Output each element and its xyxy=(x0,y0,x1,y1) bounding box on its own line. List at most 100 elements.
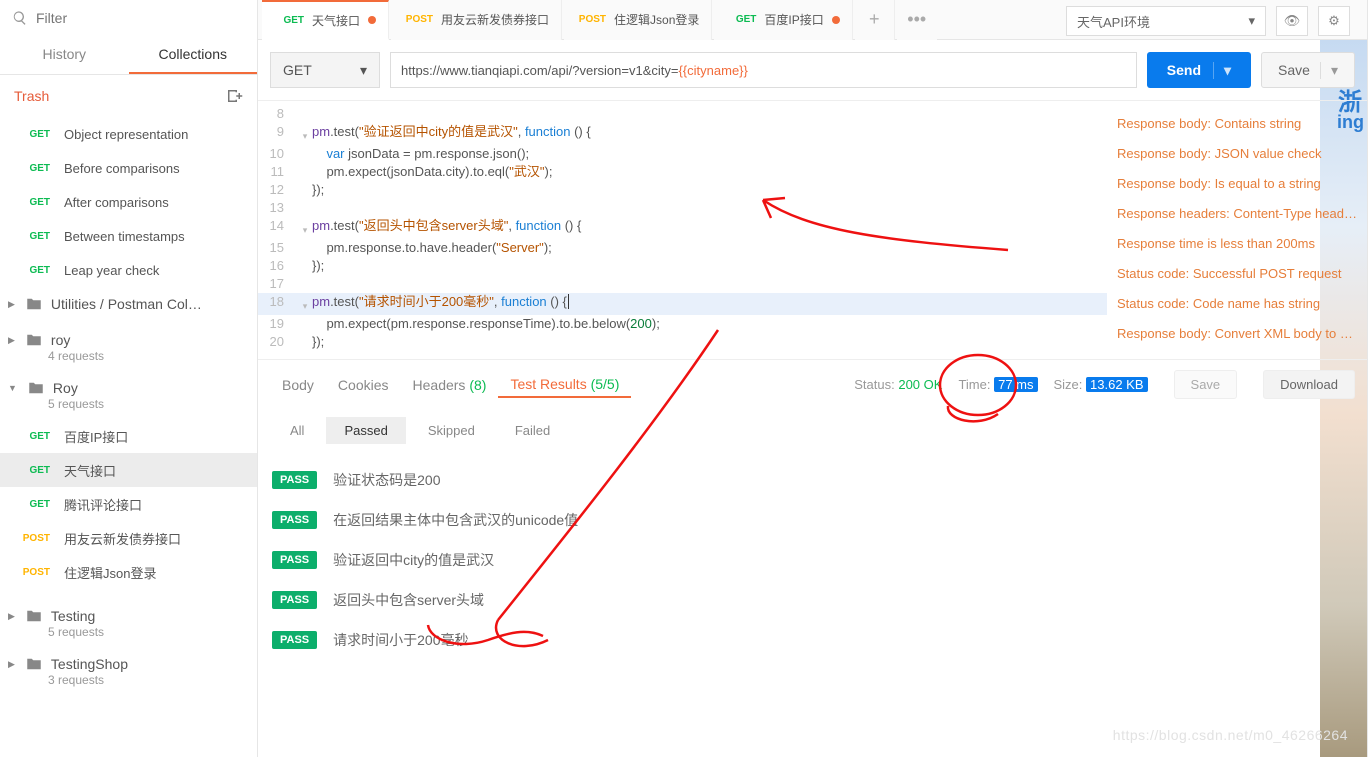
send-button[interactable]: Send ▾ xyxy=(1147,52,1251,88)
caret-right-icon: ▶ xyxy=(8,335,15,346)
snippet-item[interactable]: Response body: Is equal to a string xyxy=(1117,169,1357,199)
method-badge: GET xyxy=(274,15,304,26)
tab-history[interactable]: History xyxy=(0,36,129,74)
sidebar-request-active[interactable]: GET 天气接口 xyxy=(0,453,257,487)
snippet-list: GET Object representation GETBefore compa… xyxy=(0,117,257,287)
folder-icon xyxy=(25,655,43,673)
folder-Roy[interactable]: ▼ Roy xyxy=(0,371,257,397)
resp-tab-headers[interactable]: Headers (8) xyxy=(401,373,499,397)
trash-row[interactable]: Trash xyxy=(0,75,257,117)
test-name: 验证返回中city的值是武汉 xyxy=(333,550,494,570)
method-badge: POST xyxy=(20,567,50,578)
sidebar-item[interactable]: GET Object representation xyxy=(0,117,257,151)
response-meta: Status: 200 OK Time: 77 ms Size: 13.62 K… xyxy=(854,370,1355,399)
test-row: PASS 验证返回中city的值是武汉 xyxy=(272,540,1353,580)
tab-weather[interactable]: GET天气接口 xyxy=(262,0,389,40)
chevron-down-icon: ▾ xyxy=(360,62,367,79)
tests-count: (5/5) xyxy=(591,376,620,392)
sidebar-item[interactable]: GETBefore comparisons xyxy=(0,151,257,185)
tab-baiduip[interactable]: GET百度IP接口 xyxy=(714,0,852,40)
tab-login[interactable]: POST 住逻辑Json登录 xyxy=(564,0,712,40)
code-editor[interactable]: 8 9▾pm.test("验证返回中city的值是武汉", function (… xyxy=(258,101,1107,359)
download-button[interactable]: Download xyxy=(1263,370,1355,399)
new-tab-button[interactable]: + xyxy=(855,0,895,40)
pass-badge: PASS xyxy=(272,551,317,569)
sidebar-request[interactable]: GET腾讯评论接口 xyxy=(0,487,257,521)
item-label: Leap year check xyxy=(64,263,159,278)
method-badge: GET xyxy=(20,129,50,140)
request-row: GET▾ https://www.tianqiapi.com/api/?vers… xyxy=(258,40,1367,101)
snippet-item[interactable]: Response headers: Content-Type header ch… xyxy=(1117,199,1357,229)
folder-label: Roy xyxy=(53,380,78,396)
save-response-button[interactable]: Save xyxy=(1174,370,1238,399)
caret-right-icon: ▶ xyxy=(8,659,15,670)
folder-icon xyxy=(25,295,43,313)
sidebar-item[interactable]: GETLeap year check xyxy=(0,253,257,287)
folder-testing[interactable]: ▶ Testing xyxy=(0,599,257,625)
item-label: Object representation xyxy=(64,127,188,142)
tab-bond[interactable]: POST用友云新发债券接口 xyxy=(391,0,562,40)
add-collection-icon[interactable] xyxy=(225,87,243,105)
ft-failed[interactable]: Failed xyxy=(497,417,568,444)
method-select[interactable]: GET▾ xyxy=(270,52,380,88)
environment-select[interactable]: 天气API环境▾ xyxy=(1066,6,1266,36)
item-label: 用友云新发债券接口 xyxy=(64,529,181,548)
send-label: Send xyxy=(1167,62,1201,78)
test-row: PASS在返回结果主体中包含武汉的unicode值 xyxy=(272,500,1353,540)
sidebar-request[interactable]: POST住逻辑Json登录 xyxy=(0,555,257,589)
snippet-item[interactable]: Response body: Contains string xyxy=(1117,109,1357,139)
chevron-down-icon[interactable]: ▾ xyxy=(1213,62,1231,79)
sidebar-tabs: History Collections xyxy=(0,36,257,75)
filter-input[interactable] xyxy=(36,10,245,26)
item-label: 天气接口 xyxy=(64,461,116,480)
test-name: 返回头中包含server头域 xyxy=(333,590,484,610)
url-input[interactable]: https://www.tianqiapi.com/api/?version=v… xyxy=(390,52,1137,88)
gear-icon[interactable]: ⚙ xyxy=(1318,6,1350,36)
folder-utilities[interactable]: ▶ Utilities / Postman Col… xyxy=(0,287,257,313)
ft-passed[interactable]: Passed xyxy=(326,417,405,444)
method-badge: GET xyxy=(20,465,50,476)
caret-right-icon: ▶ xyxy=(8,611,15,622)
eye-icon[interactable]: 👁 xyxy=(1276,6,1308,36)
top-right-bar: 天气API环境▾ 👁 ⚙ xyxy=(1066,6,1350,36)
sidebar-item[interactable]: GETBetween timestamps xyxy=(0,219,257,253)
method-badge: GET xyxy=(20,431,50,442)
save-button[interactable]: Save▾ xyxy=(1261,52,1355,88)
ft-all[interactable]: All xyxy=(272,417,322,444)
folder-meta: 5 requests xyxy=(0,397,257,419)
snippet-item[interactable]: Response time is less than 200ms xyxy=(1117,229,1357,259)
sidebar-request[interactable]: GET百度IP接口 xyxy=(0,419,257,453)
folder-testingshop[interactable]: ▶ TestingShop xyxy=(0,647,257,673)
ft-skipped[interactable]: Skipped xyxy=(410,417,493,444)
caret-right-icon: ▶ xyxy=(8,299,15,310)
main-panel: GET天气接口 POST用友云新发债券接口 POST 住逻辑Json登录 GET百… xyxy=(258,0,1368,757)
tab-label: 用友云新发债券接口 xyxy=(441,11,549,28)
sidebar-item[interactable]: GETAfter comparisons xyxy=(0,185,257,219)
search-icon xyxy=(12,10,28,26)
snippet-item[interactable]: Status code: Code name has string xyxy=(1117,289,1357,319)
sidebar: History Collections Trash GET Object repr… xyxy=(0,0,258,757)
resp-tab-tests[interactable]: Test Results (5/5) xyxy=(498,372,631,398)
sidebar-request[interactable]: POST用友云新发债券接口 xyxy=(0,521,257,555)
test-row: PASS请求时间小于200毫秒 xyxy=(272,620,1353,660)
trash-label: Trash xyxy=(14,88,49,104)
folder-icon xyxy=(25,607,43,625)
folder-icon xyxy=(25,331,43,349)
headers-count: (8) xyxy=(469,377,486,393)
method-badge: POST xyxy=(576,14,606,25)
tab-label: 住逻辑Json登录 xyxy=(614,11,699,28)
snippet-item[interactable]: Status code: Successful POST request xyxy=(1117,259,1357,289)
tab-menu-button[interactable]: ••• xyxy=(897,0,937,40)
env-label: 天气API环境 xyxy=(1077,12,1150,31)
test-name: 在返回结果主体中包含武汉的unicode值 xyxy=(333,510,578,530)
resp-tab-body[interactable]: Body xyxy=(270,373,326,397)
snippet-item[interactable]: Response body: JSON value check xyxy=(1117,139,1357,169)
folder-roy[interactable]: ▶ roy xyxy=(0,323,257,349)
snippet-item[interactable]: Response body: Convert XML body to a JSO… xyxy=(1117,319,1357,349)
resp-tab-cookies[interactable]: Cookies xyxy=(326,373,401,397)
chevron-down-icon[interactable]: ▾ xyxy=(1320,62,1338,79)
dirty-dot-icon xyxy=(368,16,376,24)
item-label: 腾讯评论接口 xyxy=(64,495,142,514)
item-label: Between timestamps xyxy=(64,229,185,244)
tab-collections[interactable]: Collections xyxy=(129,36,258,74)
